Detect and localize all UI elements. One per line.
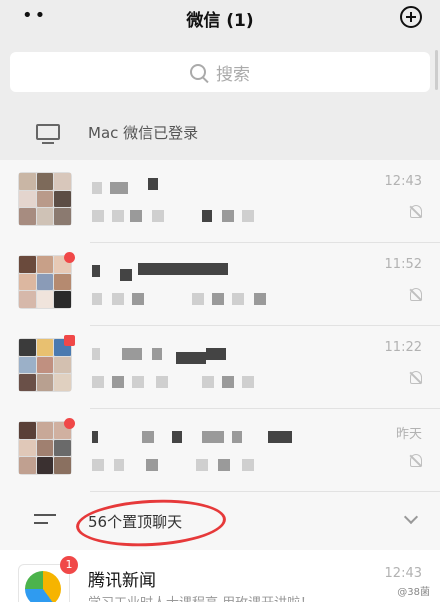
watermark: @38菌 (397, 583, 430, 598)
top-bar: •• 微信 (1) (0, 0, 440, 36)
unread-dot (64, 335, 75, 346)
avatar (18, 338, 72, 392)
search-placeholder: 搜索 (216, 64, 250, 85)
scrollbar[interactable] (435, 50, 438, 90)
login-notice-text: Mac 微信已登录 (88, 123, 199, 142)
chat-row[interactable]: 12:43 (0, 160, 440, 243)
pin-top-icon (34, 514, 56, 528)
avatar (18, 421, 72, 475)
unread-badge: 1 (60, 556, 78, 574)
chat-preview: 学习工业时人士课程高 用玫课开讲啦！ (88, 592, 313, 602)
chat-time: 昨天 (395, 427, 422, 442)
unread-dot (64, 252, 75, 263)
page-title: 微信 (1) (186, 11, 254, 31)
avatar (18, 172, 72, 226)
chat-time: 11:52 (384, 257, 422, 272)
mute-bell-icon (410, 454, 422, 467)
chat-row[interactable]: 11:52 (0, 243, 440, 326)
search-icon (190, 64, 206, 80)
chat-list: 12:43 11:52 11:22 昨天 (0, 160, 440, 492)
chat-time: 11:22 (384, 340, 422, 355)
chat-time: 12:43 (384, 566, 422, 581)
search-input[interactable]: 搜索 (10, 52, 430, 92)
chat-row[interactable]: 11:22 (0, 326, 440, 409)
mute-bell-icon (410, 371, 422, 384)
login-notice[interactable]: Mac 微信已登录 (0, 108, 440, 156)
avatar (18, 255, 72, 309)
unread-dot (64, 418, 75, 429)
chat-row-tencent-news[interactable]: 1 腾讯新闻 12:43 学习工业时人士课程高 用玫课开讲啦！ (0, 550, 440, 602)
chat-name: 腾讯新闻 (88, 571, 156, 591)
chat-time: 12:43 (384, 174, 422, 189)
monitor-icon (36, 124, 60, 144)
chat-row[interactable]: 昨天 (0, 409, 440, 492)
add-button[interactable] (400, 6, 422, 28)
mute-bell-icon (410, 288, 422, 301)
mute-bell-icon (410, 205, 422, 218)
